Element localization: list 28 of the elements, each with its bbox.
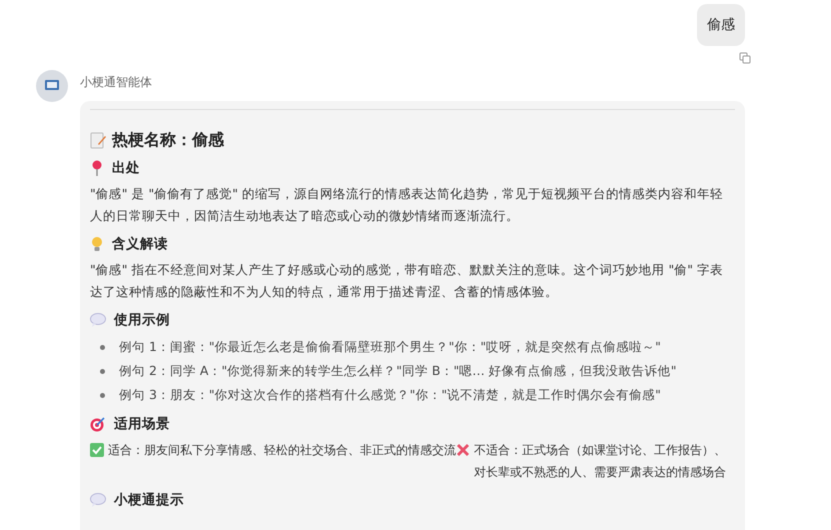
pushpin-icon [90,160,104,176]
dartboard-icon [90,416,106,432]
bullet-icon [100,368,105,374]
example-sentence: 例句 2：同学 A："你觉得新来的转学生怎么样？"同学 B："嗯… 好像有点偷感，但我没敢告诉他" [119,362,676,380]
check-icon [90,443,104,457]
assistant-avatar [36,70,68,102]
bullet-icon [100,344,105,350]
bullet-icon [100,392,105,398]
assistant-name: 小梗通智能体 [80,74,153,91]
paragraph: "偷感" 是 "偷偷有了感觉" 的缩写，源自网络流行的情感表达简化趋势，常见于短视频平台的情感类内容和年轻人的日常聊天中，因简洁生动地表达了暗恋或心动的微妙情绪而逐渐流行。 [90,185,724,225]
memo-icon [90,132,106,149]
unsuitable-text: 不适合：正式场合（如课堂讨论、工作报告）、对长辈或不熟悉的人、需要严肃表达的情感场合 [474,442,727,481]
paragraph: "偷感" 指在不经意间对某人产生了好感或心动的感觉，带有暗恋、默默关注的意味。这个词巧妙地用 "偷" 字表达了这种情感的隐蔽性和不为人知的特点，通常用于描述青涩、含蓄的情感体验。 [90,261,724,301]
copy-icon[interactable] [739,52,751,64]
user-message: 偷感 [697,4,745,46]
section-heading: 出处 [112,159,140,177]
section-heading: 含义解读 [112,235,168,253]
speech-bubble-icon [90,313,106,327]
section-heading: 使用示例 [114,311,170,329]
example-sentence: 例句 3：朋友："你对这次合作的搭档有什么感觉？"你："说不清楚，就是工作时偶尔会有偷感" [119,386,661,404]
cross-icon [456,443,470,457]
suitable-text: 适合：朋友间私下分享情感、轻松的社交场合、非正式的情感交流 [108,442,456,459]
lightbulb-icon [90,236,104,252]
example-sentence: 例句 1：闺蜜："你最近怎么老是偷偷看隔壁班那个男生？"你："哎呀，就是突然有点偷感啦～" [119,338,661,356]
section-heading: 小梗通提示 [114,491,184,509]
answer-title: 热梗名称：偷感 [112,130,224,151]
speech-bubble-icon [90,493,106,507]
section-heading: 适用场景 [114,415,170,433]
